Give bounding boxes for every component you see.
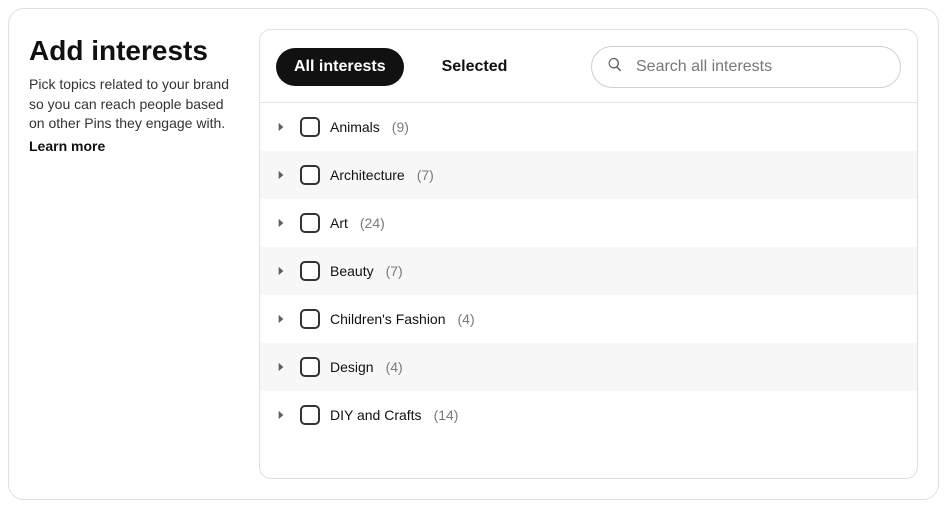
search-wrap <box>591 46 901 88</box>
page-title: Add interests <box>29 35 239 67</box>
interest-count: (7) <box>417 167 434 183</box>
tab-selected[interactable]: Selected <box>424 48 526 86</box>
tabs-header: All interests Selected <box>260 30 917 103</box>
chevron-right-icon[interactable] <box>272 264 290 278</box>
interest-row: Children's Fashion (4) <box>260 295 917 343</box>
interest-count: (4) <box>458 311 475 327</box>
chevron-right-icon[interactable] <box>272 312 290 326</box>
interest-checkbox[interactable] <box>300 357 320 377</box>
tabs-group: All interests Selected <box>276 48 525 86</box>
interest-label: Children's Fashion <box>330 311 446 327</box>
interest-label: Art <box>330 215 348 231</box>
interest-count: (7) <box>386 263 403 279</box>
interest-count: (4) <box>386 359 403 375</box>
interest-row: DIY and Crafts (14) <box>260 391 917 439</box>
page-description: Pick topics related to your brand so you… <box>29 75 239 134</box>
chevron-right-icon[interactable] <box>272 360 290 374</box>
interest-row: Design (4) <box>260 343 917 391</box>
chevron-right-icon[interactable] <box>272 408 290 422</box>
chevron-right-icon[interactable] <box>272 120 290 134</box>
interest-count: (9) <box>392 119 409 135</box>
chevron-right-icon[interactable] <box>272 216 290 230</box>
add-interests-panel: Add interests Pick topics related to you… <box>8 8 939 500</box>
chevron-right-icon[interactable] <box>272 168 290 182</box>
interest-row: Art (24) <box>260 199 917 247</box>
interest-checkbox[interactable] <box>300 117 320 137</box>
tab-all-interests[interactable]: All interests <box>276 48 404 86</box>
interest-label: Architecture <box>330 167 405 183</box>
interest-row: Architecture (7) <box>260 151 917 199</box>
interest-label: Animals <box>330 119 380 135</box>
interest-checkbox[interactable] <box>300 213 320 233</box>
left-column: Add interests Pick topics related to you… <box>29 29 239 479</box>
learn-more-link[interactable]: Learn more <box>29 138 105 154</box>
interest-label: DIY and Crafts <box>330 407 422 423</box>
interest-checkbox[interactable] <box>300 405 320 425</box>
interest-count: (24) <box>360 215 385 231</box>
interest-checkbox[interactable] <box>300 309 320 329</box>
interests-browser: All interests Selected Animals (9) <box>259 29 918 479</box>
interest-row: Animals (9) <box>260 103 917 151</box>
interest-label: Design <box>330 359 374 375</box>
interest-row: Beauty (7) <box>260 247 917 295</box>
interest-checkbox[interactable] <box>300 261 320 281</box>
interest-checkbox[interactable] <box>300 165 320 185</box>
search-input[interactable] <box>591 46 901 88</box>
interest-label: Beauty <box>330 263 374 279</box>
interest-count: (14) <box>434 407 459 423</box>
interests-list[interactable]: Animals (9) Architecture (7) Art (24) <box>260 103 917 478</box>
